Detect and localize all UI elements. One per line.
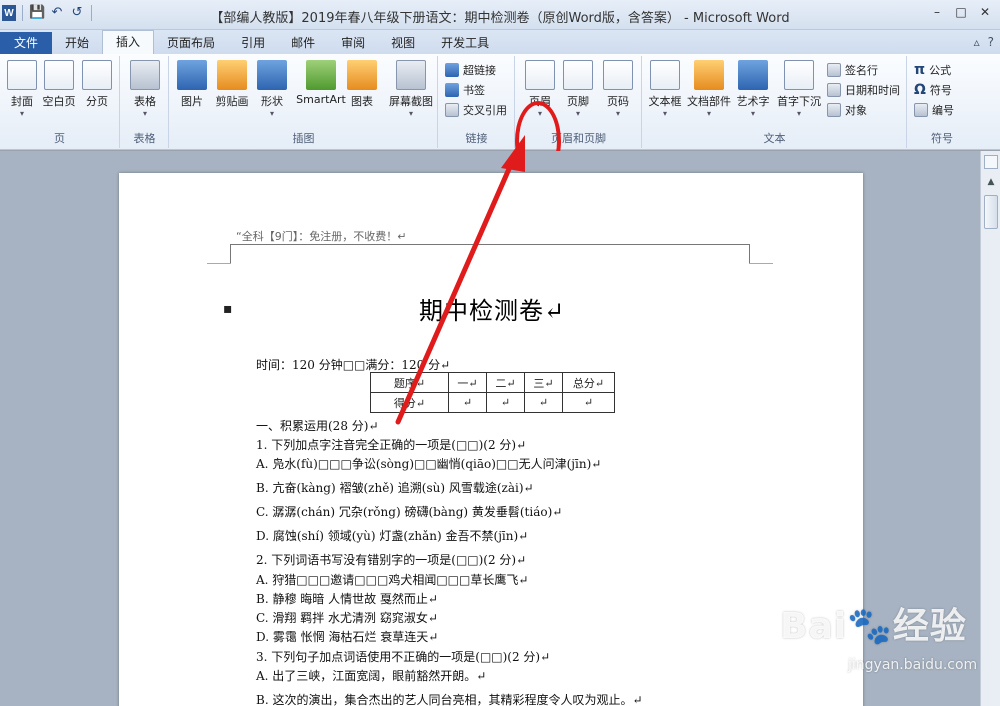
annotation-arrow-shaft	[395, 159, 515, 425]
watermark-url: jingyan.baidu.com	[848, 657, 978, 673]
annotation-arrowhead	[501, 135, 525, 172]
watermark-brand: Bai🐾经验	[780, 606, 967, 647]
baidu-jingyan-watermark: Bai🐾经验 jingyan.baidu.com	[760, 595, 990, 685]
